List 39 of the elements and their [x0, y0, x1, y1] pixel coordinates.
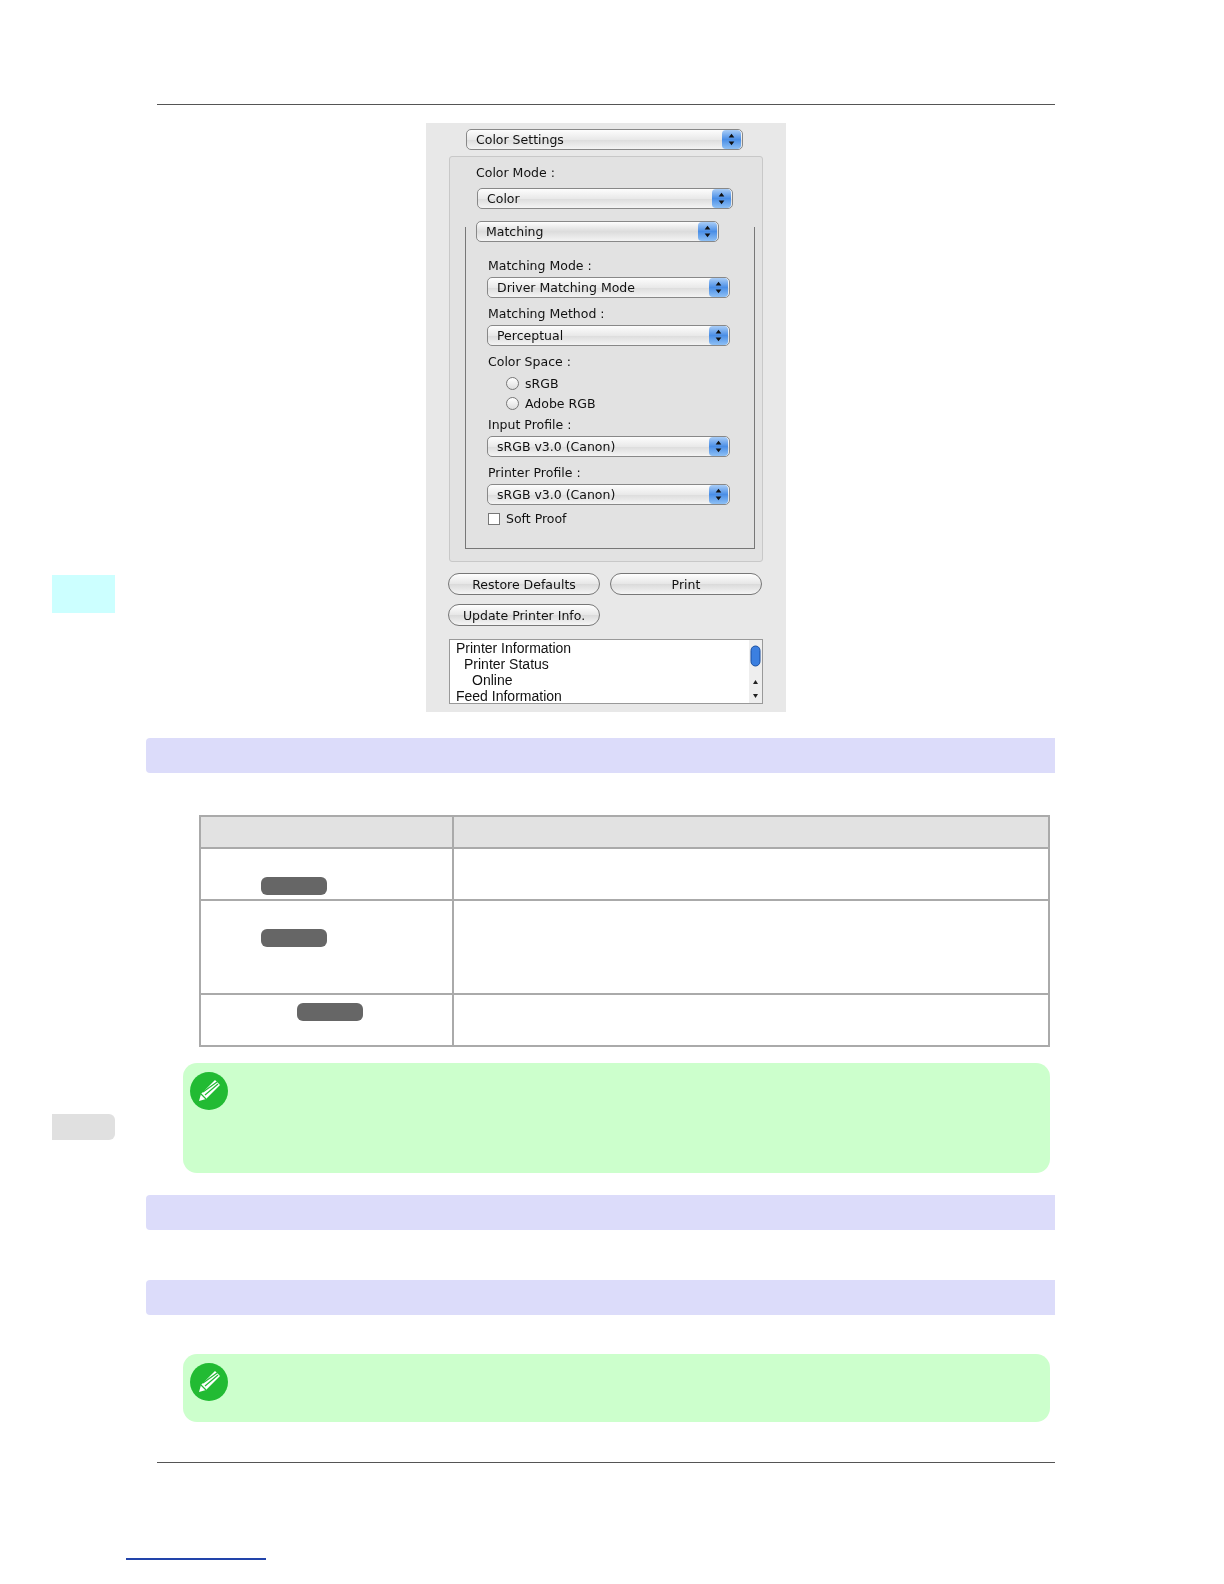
stepper-icon	[709, 437, 728, 456]
pencil-icon	[189, 1071, 229, 1111]
radio-label[interactable]: Adobe RGB	[525, 395, 596, 411]
tree-item[interactable]: Online	[472, 672, 513, 688]
tree-item[interactable]: Printer Information	[456, 640, 572, 656]
checkbox[interactable]	[488, 512, 500, 525]
stepper-icon	[709, 326, 728, 345]
radio-button[interactable]	[506, 396, 519, 410]
popup-menu[interactable]: Color	[477, 188, 733, 209]
tree-item[interactable]: Feed Information	[456, 688, 562, 703]
field-label: Input Profile :	[488, 417, 573, 432]
stepper-icon	[722, 130, 741, 149]
popup-menu[interactable]: sRGB v3.0 (Canon)	[487, 484, 730, 505]
popup-menu[interactable]: Matching	[476, 221, 719, 242]
stepper-icon	[709, 485, 728, 504]
push-button[interactable]: Update Printer Info.	[448, 604, 600, 626]
key-pill	[261, 929, 327, 947]
push-button[interactable]: Print	[610, 573, 762, 595]
radio-button[interactable]	[506, 376, 519, 390]
field-label: Matching Method :	[488, 306, 606, 321]
field-label: Printer Profile :	[488, 465, 582, 480]
stepper-icon	[698, 222, 717, 241]
popup-menu[interactable]: Driver Matching Mode	[487, 277, 730, 298]
stepper-icon	[709, 278, 728, 297]
popup-menu[interactable]: sRGB v3.0 (Canon)	[487, 436, 730, 457]
scrollbar-drawing[interactable]	[749, 640, 762, 703]
field-label: Matching Mode :	[488, 258, 593, 273]
pencil-icon	[189, 1362, 229, 1402]
popup-menu[interactable]: Color Settings	[466, 129, 743, 150]
push-button[interactable]: Restore Defaults	[448, 573, 600, 595]
stepper-icon	[712, 189, 731, 208]
tree-item[interactable]: Printer Status	[464, 656, 549, 672]
field-label: Color Space :	[488, 354, 572, 369]
field-label: Color Mode :	[476, 165, 556, 180]
radio-label[interactable]: sRGB	[525, 375, 559, 391]
key-pill	[261, 877, 327, 895]
popup-menu[interactable]: Perceptual	[487, 325, 730, 346]
checkbox-label[interactable]: Soft Proof	[506, 511, 567, 526]
key-pill	[297, 1003, 363, 1021]
